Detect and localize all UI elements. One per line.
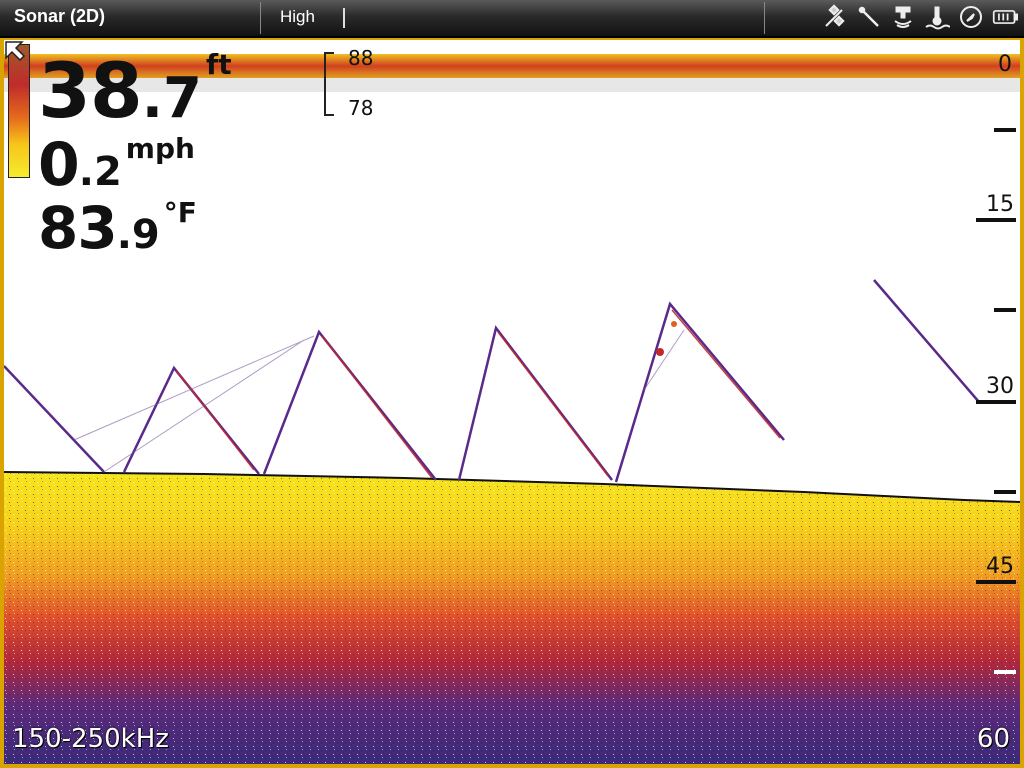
water-temp-icon[interactable]	[924, 3, 950, 31]
view-title[interactable]: Sonar (2D)	[14, 6, 105, 27]
satellite-icon[interactable]	[822, 3, 848, 31]
speed-whole: 0	[38, 130, 80, 200]
temp-whole: 83	[38, 194, 118, 262]
range-bracket[interactable]: 88 78	[324, 46, 484, 120]
separator	[764, 2, 765, 34]
depth-readout: 38.7ft	[38, 46, 232, 135]
compass-icon[interactable]	[958, 3, 984, 31]
transducer-icon[interactable]	[890, 3, 916, 31]
depth-scale-tick	[994, 308, 1016, 312]
depth-scale-label: 30	[986, 374, 1014, 399]
sonar-view[interactable]: 38.7ft 0.2mph 83.9 °F 88 78 0 15 30 45 15…	[4, 40, 1020, 764]
max-depth-label: 60	[976, 724, 1010, 754]
depth-scale-tick	[976, 218, 1016, 222]
depth-scale-label: 45	[986, 554, 1014, 579]
range-high: 88	[348, 46, 374, 70]
separator	[260, 2, 261, 34]
water-temp-readout: 83.9 °F	[38, 194, 197, 262]
sonar-frame: 38.7ft 0.2mph 83.9 °F 88 78 0 15 30 45 15…	[0, 38, 1024, 768]
depth-scale-label: 15	[986, 192, 1014, 217]
status-icons	[822, 3, 1018, 31]
speed-readout: 0.2mph	[38, 130, 195, 200]
depth-scale-tick	[976, 580, 1016, 584]
depth-whole: 38	[38, 46, 143, 135]
depth-decimal: .7	[141, 66, 203, 131]
temp-unit: °F	[163, 196, 197, 229]
range-low: 78	[348, 96, 374, 120]
status-bar: Sonar (2D) High	[0, 0, 1024, 38]
temp-decimal: .9	[116, 212, 160, 258]
color-palette[interactable]	[8, 44, 30, 178]
pointer-arrow-icon	[5, 41, 26, 62]
gps-antenna-icon[interactable]	[856, 3, 882, 31]
depth-scale-label: 0	[998, 52, 1012, 77]
depth-scale-tick	[994, 128, 1016, 132]
battery-icon[interactable]	[992, 3, 1018, 31]
depth-unit: ft	[206, 48, 232, 81]
mode-tick	[343, 8, 345, 28]
speed-unit: mph	[125, 132, 195, 165]
sensitivity-mode[interactable]: High	[280, 7, 315, 27]
depth-scale-tick	[994, 490, 1016, 494]
speed-decimal: .2	[78, 149, 122, 195]
depth-scale-tick	[976, 400, 1016, 404]
depth-scale-tick	[994, 670, 1016, 674]
bracket-line	[324, 52, 334, 116]
frequency-label[interactable]: 150-250kHz	[12, 724, 169, 754]
